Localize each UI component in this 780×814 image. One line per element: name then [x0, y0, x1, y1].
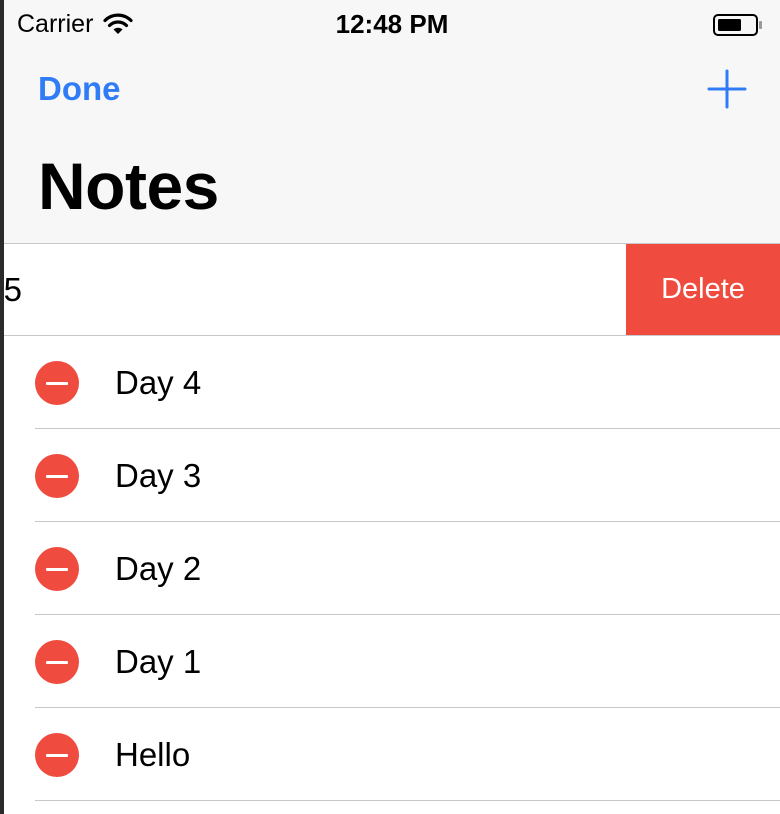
list-item[interactable]: Day 2	[4, 522, 780, 615]
list-item[interactable]: Hello	[4, 708, 780, 801]
delete-button[interactable]: Delete	[626, 244, 780, 335]
minus-bar	[46, 381, 68, 385]
status-time: 12:48 PM	[335, 9, 449, 39]
note-title: Day 3	[115, 457, 202, 494]
minus-circle-icon[interactable]	[35, 640, 79, 684]
phone-screen: Carrier 12:48 PM Done Notes 5 Delete Day…	[4, 0, 780, 814]
minus-circle-icon[interactable]	[35, 733, 79, 777]
note-title: Hello	[115, 736, 191, 773]
notes-list: y 5 Delete Day 4 Day 3 Day 2 Day 1 Hello	[4, 244, 780, 801]
battery-icon	[713, 14, 762, 36]
status-bar: Carrier 12:48 PM	[4, 0, 780, 46]
swiped-note-title: y 5	[4, 271, 23, 308]
header-area: Carrier 12:48 PM Done Notes	[4, 0, 780, 244]
note-title: Day 4	[115, 364, 202, 401]
plus-icon[interactable]	[706, 68, 748, 110]
page-title: Notes	[38, 149, 219, 223]
minus-bar	[46, 660, 68, 664]
note-title: Day 1	[115, 643, 202, 680]
navigation-bar: Done	[4, 60, 780, 120]
minus-bar	[46, 753, 68, 757]
minus-bar	[46, 474, 68, 478]
done-button[interactable]: Done	[38, 70, 121, 108]
list-item[interactable]: Day 1	[4, 615, 780, 708]
minus-circle-icon[interactable]	[35, 361, 79, 405]
list-item[interactable]: Day 4	[4, 336, 780, 429]
swiped-note-row[interactable]: y 5 Delete	[4, 244, 780, 336]
minus-bar	[46, 567, 68, 571]
minus-circle-icon[interactable]	[35, 547, 79, 591]
list-item[interactable]: Day 3	[4, 429, 780, 522]
note-title: Day 2	[115, 550, 202, 587]
minus-circle-icon[interactable]	[35, 454, 79, 498]
